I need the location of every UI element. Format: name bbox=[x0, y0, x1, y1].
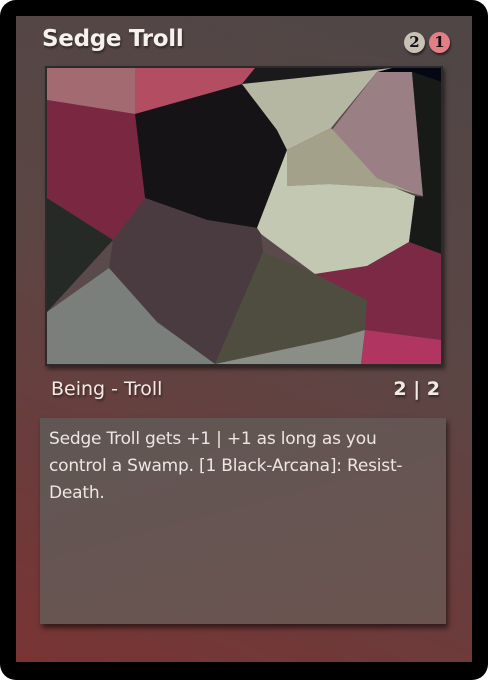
card-frame[interactable]: Sedge Troll 2 1 Being - Troll 2 | 2 Sedg… bbox=[16, 16, 472, 662]
card-art-frame bbox=[45, 66, 443, 366]
card-artwork bbox=[47, 68, 441, 364]
card-border: Sedge Troll 2 1 Being - Troll 2 | 2 Sedg… bbox=[0, 0, 488, 680]
rules-text: Sedge Troll gets +1 | +1 as long as you … bbox=[49, 429, 403, 503]
mana-cost: 2 1 bbox=[404, 32, 450, 53]
rules-text-box: Sedge Troll gets +1 | +1 as long as you … bbox=[40, 418, 446, 624]
card-title: Sedge Troll bbox=[42, 26, 184, 52]
type-line: Being - Troll bbox=[51, 378, 163, 400]
mana-symbol-red-icon: 1 bbox=[429, 32, 450, 53]
power-toughness: 2 | 2 bbox=[393, 378, 440, 400]
mana-symbol-generic-icon: 2 bbox=[404, 32, 425, 53]
